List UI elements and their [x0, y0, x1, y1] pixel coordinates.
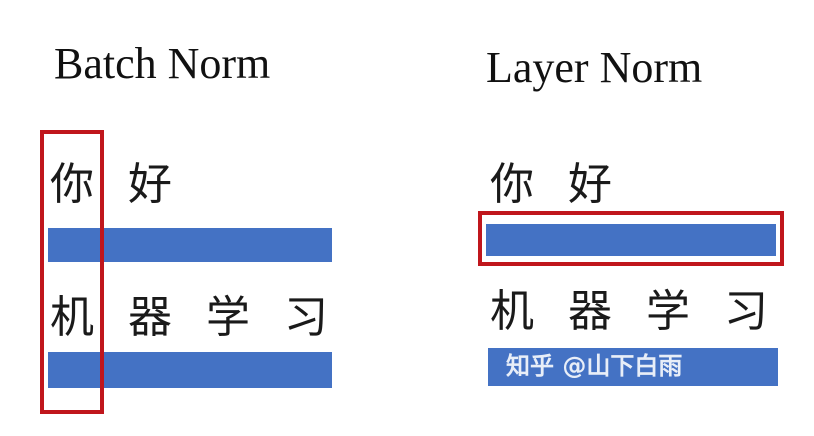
batch-norm-token-xue: 学 — [206, 292, 250, 343]
batch-norm-token-xi: 习 — [284, 292, 328, 343]
layer-norm-token-xue: 学 — [646, 286, 690, 337]
layer-norm-row-highlight — [478, 211, 784, 266]
batch-norm-title: Batch Norm — [54, 39, 271, 88]
batch-norm-token-qi: 器 — [128, 292, 172, 343]
norm-comparison-diagram: Batch Norm 你 好 机 器 学 习 Layer Norm 你 好 机 … — [0, 0, 814, 436]
layer-norm-token-qi: 器 — [568, 286, 612, 337]
layer-norm-title: Layer Norm — [486, 43, 703, 92]
layer-norm-token-ji: 机 — [490, 286, 534, 337]
batch-norm-column-highlight — [40, 130, 104, 414]
watermark: 知乎 @山下白雨 — [506, 352, 683, 380]
layer-norm-token-hao: 好 — [568, 159, 612, 210]
batch-norm-token-hao: 好 — [128, 159, 172, 210]
layer-norm-token-ni: 你 — [490, 159, 534, 210]
layer-norm-token-xi: 习 — [724, 286, 768, 337]
